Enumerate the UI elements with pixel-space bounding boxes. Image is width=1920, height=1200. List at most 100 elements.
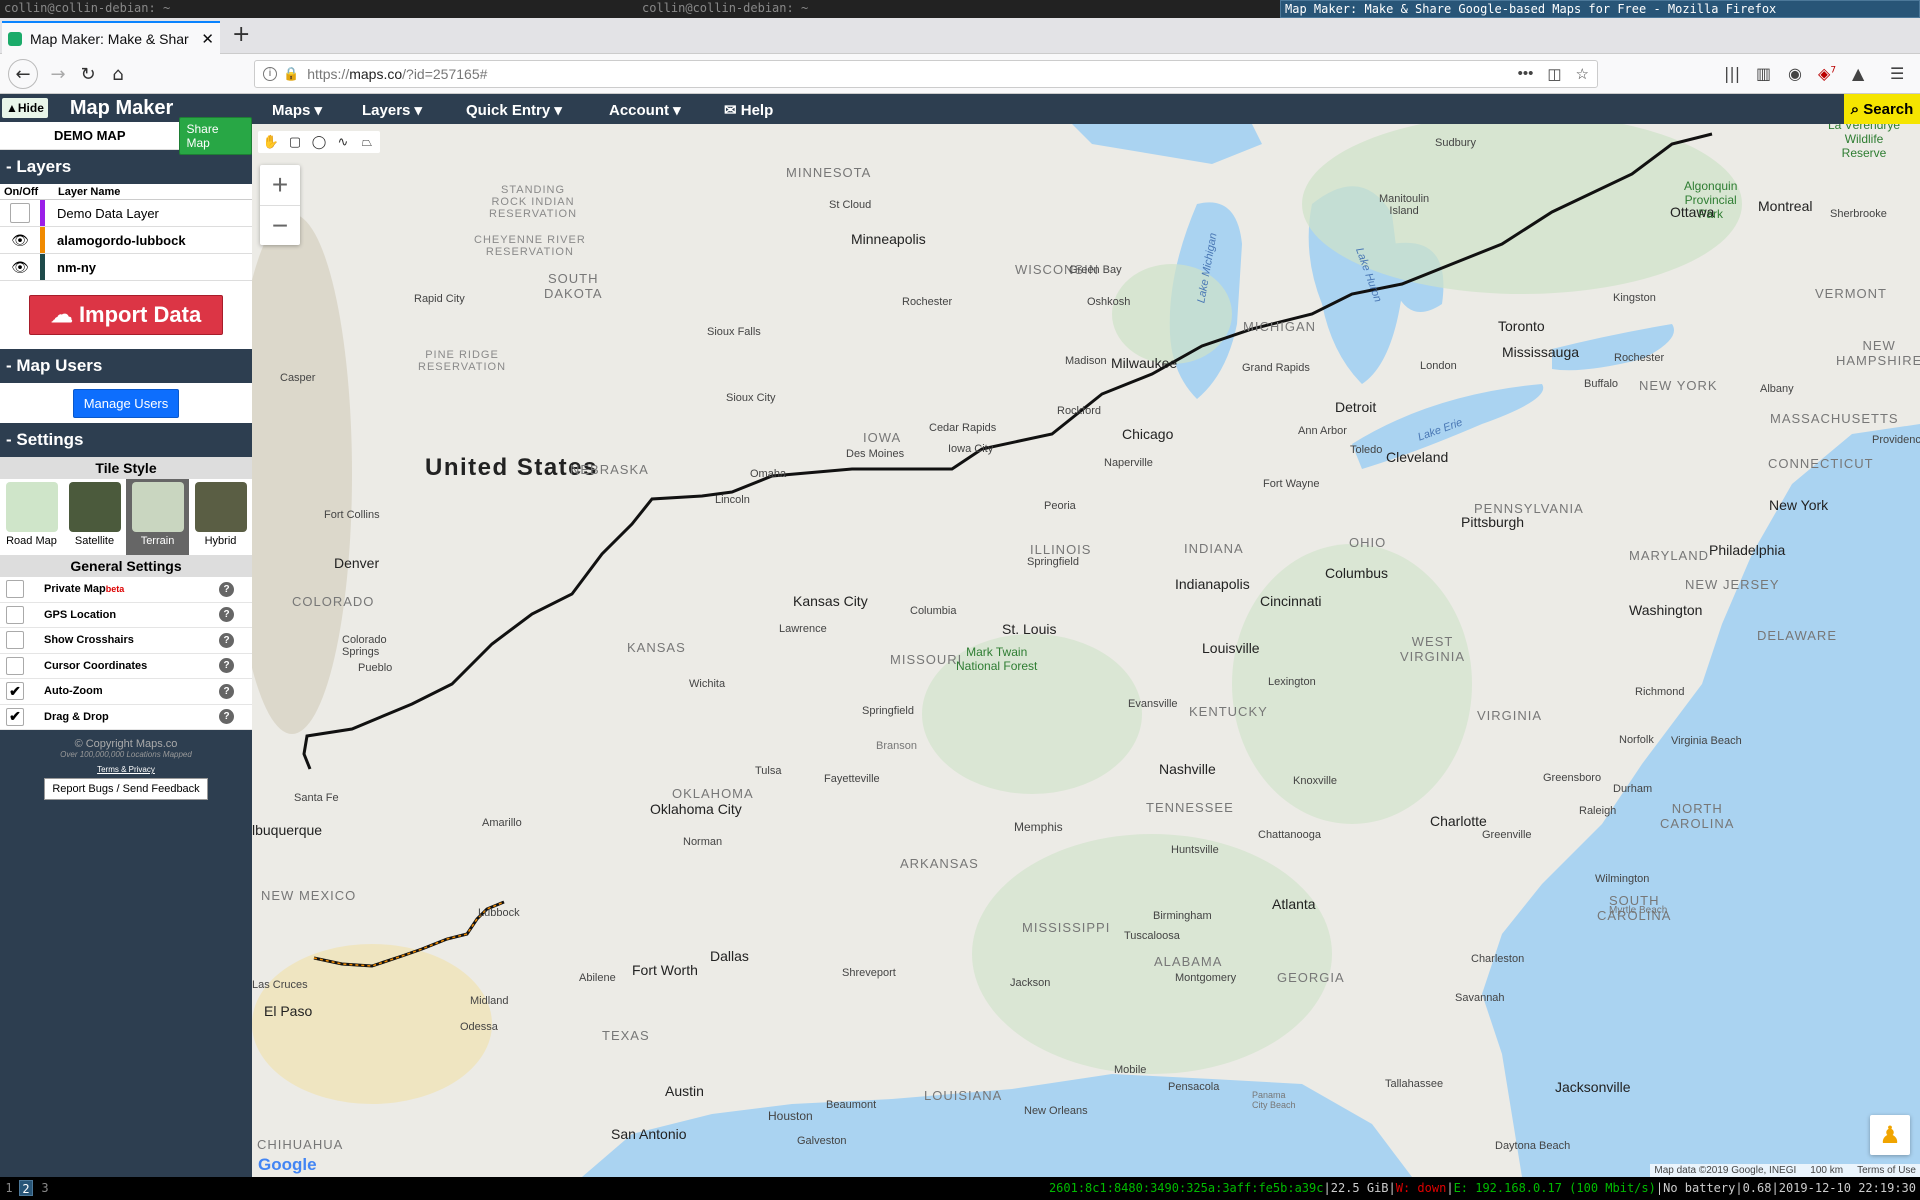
label-virginia: VIRGINIA <box>1477 708 1543 723</box>
site-info-icon[interactable]: i <box>263 67 277 81</box>
scale-bar[interactable]: 100 km <box>1810 1165 1843 1176</box>
forest-patch <box>1112 264 1232 364</box>
browser-tab[interactable]: Map Maker: Make & Shar ✕ <box>2 21 220 54</box>
account-icon[interactable]: ◉ <box>1788 64 1802 83</box>
layer-visibility-toggle[interactable]: 👁 <box>0 254 40 280</box>
close-tab-icon[interactable]: ✕ <box>201 30 214 48</box>
search-button[interactable]: ⌕ Search <box>1844 94 1920 124</box>
home-icon[interactable]: ⌂ <box>104 60 132 88</box>
sidebar-toggle-icon[interactable]: ▥ <box>1756 64 1771 83</box>
url-bar[interactable]: i 🔒 https:// maps.co /?id=257165# ••• ◫ … <box>254 60 1598 88</box>
menu-help[interactable]: ✉ Help <box>724 101 773 119</box>
zoom-out-button[interactable]: − <box>260 205 300 245</box>
menu-maps[interactable]: Maps ▾ <box>272 101 322 119</box>
label-montgomery: Montgomery <box>1175 972 1237 984</box>
setting-checkbox[interactable]: ✔ <box>6 707 24 726</box>
map-canvas[interactable]: United States MINNESOTA WISCONSIN MICHIG… <box>252 124 1920 1177</box>
label-norman: Norman <box>683 836 723 848</box>
layer-row[interactable]: Demo Data Layer <box>0 200 252 227</box>
url-scheme: https:// <box>307 66 350 82</box>
setting-checkbox[interactable] <box>6 605 24 624</box>
help-question-icon[interactable]: ? <box>219 709 234 725</box>
workspace-3[interactable]: 3 <box>38 1180 52 1196</box>
setting-row: ✔ Auto-Zoom? <box>0 679 252 705</box>
hide-sidebar-button[interactable]: ▲Hide <box>2 98 48 118</box>
back-icon[interactable]: ← <box>8 59 38 89</box>
menu-quick-entry[interactable]: Quick Entry ▾ <box>466 101 562 119</box>
tile-option-hybrid[interactable]: Hybrid <box>189 479 252 555</box>
reload-icon[interactable]: ↻ <box>74 60 102 88</box>
wm-window-title-mid[interactable]: collin@collin-debian: ~ <box>642 1 808 15</box>
pocket-icon[interactable]: ◫ <box>1547 65 1561 83</box>
help-question-icon[interactable]: ? <box>219 581 234 597</box>
label-indianapolis: Indianapolis <box>1175 576 1250 592</box>
zoom-in-button[interactable]: + <box>260 165 300 205</box>
setting-checkbox[interactable] <box>6 656 24 675</box>
label-louisville: Louisville <box>1202 640 1260 656</box>
new-tab-icon[interactable]: + <box>232 22 250 47</box>
setting-checkbox[interactable] <box>6 631 24 650</box>
menu-layers[interactable]: Layers ▾ <box>362 101 422 119</box>
label-pittsburgh: Pittsburgh <box>1461 514 1525 530</box>
workspace-1[interactable]: 1 <box>2 1180 16 1196</box>
layer-checkbox[interactable] <box>10 203 30 223</box>
tile-option-road-map[interactable]: Road Map <box>0 479 63 555</box>
circle-tool-icon[interactable]: ◯ <box>310 133 328 151</box>
map-users-section-header[interactable]: - Map Users <box>0 349 252 383</box>
menu-account[interactable]: Account ▾ <box>609 101 681 119</box>
hand-pan-icon[interactable]: ✋ <box>262 133 280 151</box>
help-question-icon[interactable]: ? <box>219 607 234 623</box>
layer-color-swatch <box>40 227 45 253</box>
layer-visibility-toggle[interactable]: 👁 <box>0 227 40 253</box>
share-map-button[interactable]: Share Map <box>179 116 252 155</box>
terms-of-use-link[interactable]: Terms of Use <box>1857 1165 1916 1176</box>
label-charleston: Charleston <box>1471 953 1525 965</box>
import-data-button[interactable]: ☁ Import Data <box>29 295 223 335</box>
hamburger-menu-icon[interactable]: ☰ <box>1890 64 1904 83</box>
status-disk: 22.5 GiB <box>1330 1181 1389 1195</box>
street-view-pegman-icon[interactable]: ♟ <box>1870 1115 1910 1155</box>
map-name-row: DEMO MAP Share Map <box>0 116 252 155</box>
label-washington: Washington <box>1629 602 1703 618</box>
tile-thumbnail <box>5 482 58 532</box>
lock-icon: 🔒 <box>283 66 300 81</box>
layer-visibility-toggle[interactable] <box>0 200 40 226</box>
layer-row[interactable]: 👁 alamogordo-lubbock <box>0 227 252 254</box>
terms-link[interactable]: Terms & Privacy <box>0 765 252 774</box>
help-question-icon[interactable]: ? <box>219 683 234 699</box>
rectangle-tool-icon[interactable]: ▢ <box>286 133 304 151</box>
wm-window-title-left[interactable]: collin@collin-debian: ~ <box>4 1 170 15</box>
ublock-icon[interactable]: ◈7 <box>1818 64 1836 83</box>
settings-section-header[interactable]: - Settings <box>0 423 252 457</box>
map-name[interactable]: DEMO MAP <box>0 128 179 143</box>
label-tuscaloosa: Tuscaloosa <box>1124 930 1180 942</box>
polygon-tool-icon[interactable]: ⏢ <box>358 133 376 151</box>
help-question-icon[interactable]: ? <box>219 632 234 648</box>
label-kingston: Kingston <box>1613 292 1656 304</box>
workspace-2[interactable]: 2 <box>19 1180 33 1196</box>
page-actions-icon[interactable]: ••• <box>1518 65 1534 83</box>
layers-section-header[interactable]: - Layers <box>0 150 252 184</box>
forward-icon[interactable]: → <box>44 60 72 88</box>
polyline-tool-icon[interactable]: ∿ <box>334 133 352 151</box>
label-myrtle-beach: Myrtle Beach <box>1609 905 1668 916</box>
drawing-toolbar: ✋ ▢ ◯ ∿ ⏢ <box>258 131 380 153</box>
tile-option-terrain[interactable]: Terrain <box>126 479 189 555</box>
wm-window-title-active[interactable]: Map Maker: Make & Share Google-based Map… <box>1280 0 1920 18</box>
label-casper: Casper <box>280 372 316 384</box>
label-minneapolis: Minneapolis <box>851 231 926 247</box>
google-logo: Google <box>258 1155 317 1174</box>
setting-checkbox[interactable] <box>6 580 24 599</box>
bookmark-star-icon[interactable]: ☆ <box>1576 65 1589 83</box>
setting-checkbox[interactable]: ✔ <box>6 682 24 701</box>
tile-option-satellite[interactable]: Satellite <box>63 479 126 555</box>
status-battery: No battery <box>1663 1181 1736 1195</box>
extension-icon[interactable]: ▲ <box>1852 64 1864 83</box>
manage-users-button[interactable]: Manage Users <box>72 388 180 418</box>
layer-row[interactable]: 👁 nm-ny <box>0 254 252 281</box>
library-icon[interactable]: ||| <box>1724 64 1740 83</box>
desert-patch <box>252 944 492 1104</box>
report-bugs-button[interactable]: Report Bugs / Send Feedback <box>44 778 208 800</box>
label-lincoln: Lincoln <box>715 494 750 506</box>
help-question-icon[interactable]: ? <box>219 658 234 674</box>
